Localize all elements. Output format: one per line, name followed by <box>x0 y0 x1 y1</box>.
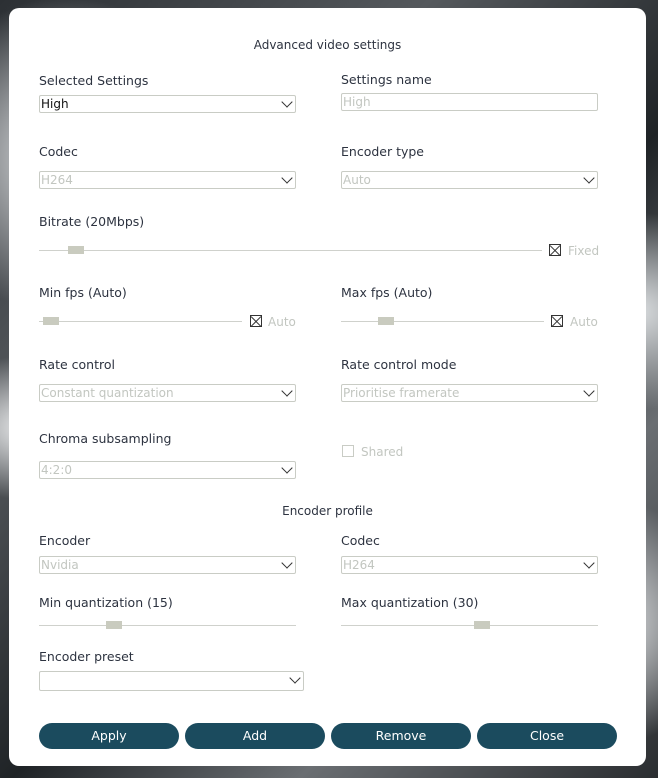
max-quantization-slider-track[interactable] <box>341 621 598 629</box>
encoder-value: Nvidia <box>41 558 79 572</box>
selected-settings-label: Selected Settings <box>39 73 149 88</box>
settings-name-input[interactable]: High <box>341 93 598 111</box>
min-quantization-slider-track[interactable] <box>39 621 296 629</box>
chevron-down-icon <box>583 557 595 569</box>
bitrate-fixed-checkbox[interactable] <box>549 244 561 256</box>
max-fps-auto-label: Auto <box>570 315 598 329</box>
bitrate-slider-thumb[interactable] <box>68 246 84 254</box>
chroma-subsampling-label: Chroma subsampling <box>39 431 172 446</box>
chevron-down-icon <box>281 462 293 474</box>
min-quantization-label: Min quantization (15) <box>39 595 173 610</box>
settings-name-placeholder: High <box>343 95 371 109</box>
shared-checkbox[interactable] <box>342 445 354 457</box>
min-fps-slider-track[interactable] <box>39 317 242 325</box>
bitrate-label: Bitrate (20Mbps) <box>39 214 145 229</box>
encoder-preset-label: Encoder preset <box>39 649 134 664</box>
selected-settings-select[interactable]: High <box>39 95 296 113</box>
chevron-down-icon <box>281 96 293 108</box>
encoder-type-value: Auto <box>343 173 371 187</box>
rate-control-value: Constant quantization <box>41 386 174 400</box>
chroma-subsampling-select[interactable]: 4:2:0 <box>39 461 296 479</box>
chevron-down-icon <box>281 172 293 184</box>
codec-label: Codec <box>39 144 78 159</box>
bitrate-fixed-label: Fixed <box>568 244 600 258</box>
encoder-label: Encoder <box>39 533 91 548</box>
settings-dialog: Advanced video settings Selected Setting… <box>9 8 646 766</box>
apply-button[interactable]: Apply <box>39 723 179 749</box>
rate-control-mode-label: Rate control mode <box>341 357 457 372</box>
max-fps-slider-thumb[interactable] <box>378 317 394 325</box>
max-fps-slider-track[interactable] <box>341 317 544 325</box>
rate-control-select[interactable]: Constant quantization <box>39 384 296 402</box>
shared-label: Shared <box>361 445 404 459</box>
min-fps-auto-label: Auto <box>268 315 296 329</box>
profile-codec-value: H264 <box>343 558 375 572</box>
dialog-title: Advanced video settings <box>253 38 402 52</box>
bitrate-slider-track[interactable] <box>39 246 542 254</box>
add-button[interactable]: Add <box>185 723 325 749</box>
min-quantization-slider-thumb[interactable] <box>106 621 122 629</box>
chroma-subsampling-value: 4:2:0 <box>41 463 72 477</box>
remove-button[interactable]: Remove <box>331 723 471 749</box>
chevron-down-icon <box>281 557 293 569</box>
min-fps-slider-thumb[interactable] <box>43 317 59 325</box>
encoder-select[interactable]: Nvidia <box>39 556 296 574</box>
max-quantization-slider-thumb[interactable] <box>474 621 490 629</box>
encoder-preset-select[interactable] <box>39 671 304 691</box>
chevron-down-icon <box>583 385 595 397</box>
max-quantization-label: Max quantization (30) <box>341 595 479 610</box>
profile-codec-select[interactable]: H264 <box>341 556 598 574</box>
encoder-type-label: Encoder type <box>341 144 425 159</box>
codec-select[interactable]: H264 <box>39 171 296 189</box>
chevron-down-icon <box>281 385 293 397</box>
max-fps-auto-checkbox[interactable] <box>551 315 563 327</box>
selected-settings-value: High <box>41 97 69 111</box>
chevron-down-icon <box>289 672 301 684</box>
rate-control-mode-value: Prioritise framerate <box>343 386 460 400</box>
close-button[interactable]: Close <box>477 723 617 749</box>
profile-codec-label: Codec <box>341 533 380 548</box>
max-fps-label: Max fps (Auto) <box>341 285 433 300</box>
encoder-type-select[interactable]: Auto <box>341 171 598 189</box>
settings-name-label: Settings name <box>341 72 432 87</box>
min-fps-label: Min fps (Auto) <box>39 285 127 300</box>
rate-control-label: Rate control <box>39 357 115 372</box>
encoder-profile-title: Encoder profile <box>282 504 373 518</box>
codec-value: H264 <box>41 173 73 187</box>
min-fps-auto-checkbox[interactable] <box>250 315 262 327</box>
rate-control-mode-select[interactable]: Prioritise framerate <box>341 384 598 402</box>
chevron-down-icon <box>583 172 595 184</box>
